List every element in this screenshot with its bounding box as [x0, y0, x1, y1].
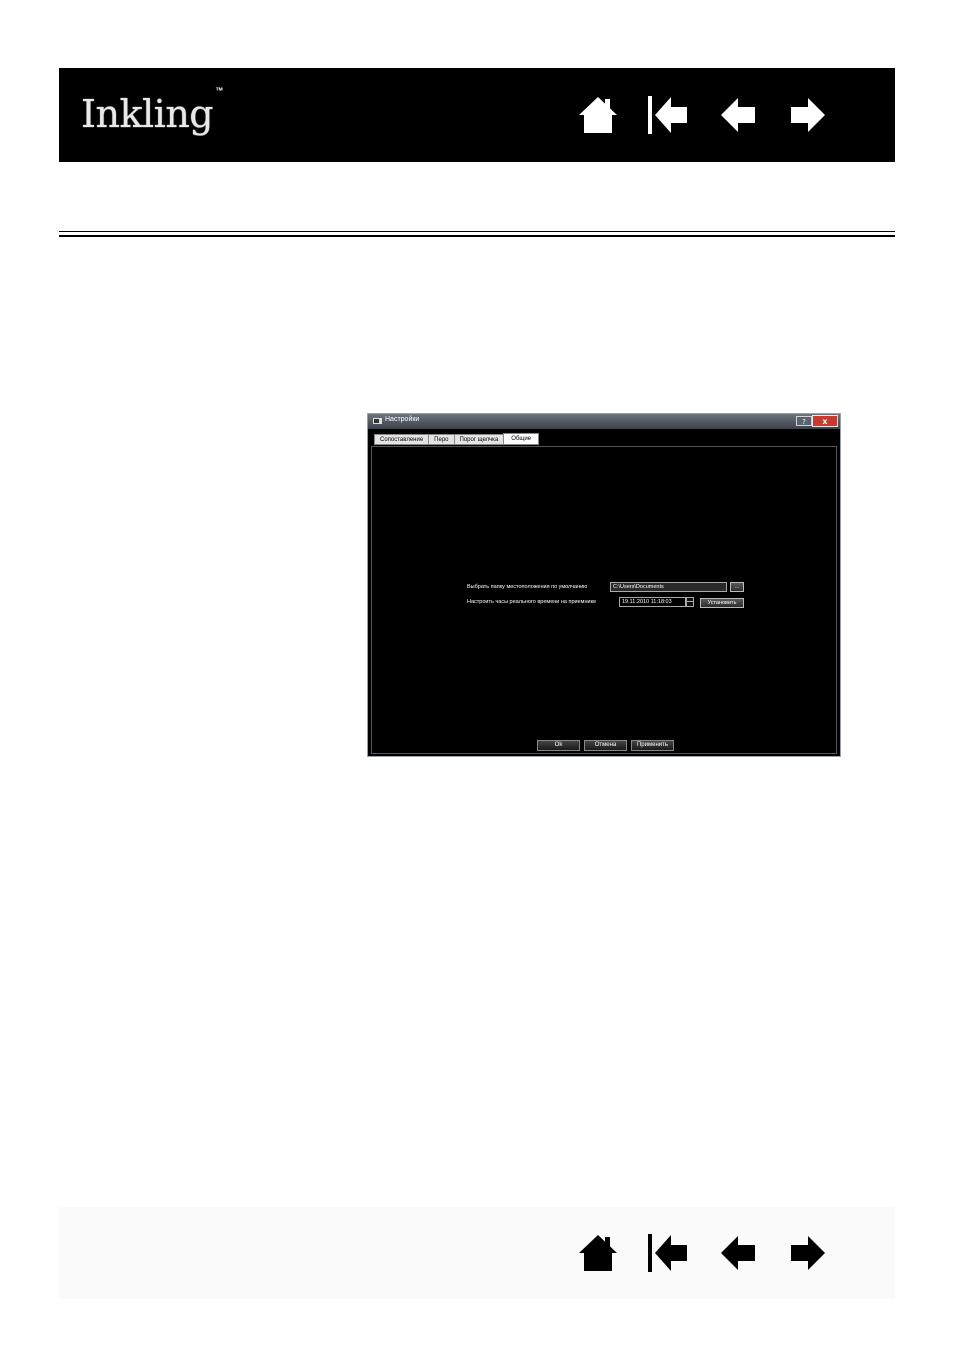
browse-button[interactable]: ... [730, 582, 744, 592]
dialog-titlebar[interactable]: Настройки ? x [368, 414, 840, 429]
tab-mapping[interactable]: Сопоставление [374, 434, 430, 445]
next-page-button[interactable] [785, 92, 831, 138]
section-rule-thin [59, 231, 895, 232]
first-page-icon [648, 1234, 687, 1272]
logo-text: Inkling [81, 92, 214, 136]
first-page-button[interactable] [645, 92, 691, 138]
home-icon [579, 1235, 617, 1271]
footer-nav [575, 1230, 831, 1276]
general-tab-panel [371, 446, 837, 754]
previous-page-icon [721, 1236, 755, 1270]
footer-previous-page-button[interactable] [715, 1230, 761, 1276]
inkling-logo: Inkling™ [81, 86, 223, 136]
apply-button[interactable]: Применить [631, 740, 674, 751]
footer-first-page-button[interactable] [645, 1230, 691, 1276]
tab-bar: Сопоставление Перо Порог щелчка Общие [374, 433, 540, 446]
footer-next-page-button[interactable] [785, 1230, 831, 1276]
header-nav [575, 92, 831, 138]
clock-label: Настроить часы реального времени на прие… [467, 599, 597, 605]
page-header: Inkling™ [59, 68, 895, 162]
settings-dialog: Настройки ? x Сопоставление Перо Порог щ… [367, 413, 841, 757]
dialog-title: Настройки [385, 416, 420, 423]
previous-page-button[interactable] [715, 92, 761, 138]
tab-click-threshold[interactable]: Порог щелчка [453, 434, 505, 445]
section-rule-thick [59, 235, 895, 237]
default-folder-input[interactable]: C:\Users\Documents [610, 582, 727, 592]
next-page-icon [791, 98, 825, 132]
close-button[interactable]: x [812, 415, 838, 427]
tablet-app-icon [373, 418, 382, 424]
help-button[interactable]: ? [796, 416, 812, 426]
home-button[interactable] [575, 92, 621, 138]
previous-page-icon [721, 98, 755, 132]
ok-button[interactable]: Ok [537, 740, 580, 751]
tab-pen[interactable]: Перо [428, 434, 455, 445]
tab-general[interactable]: Общие [503, 433, 540, 445]
footer-home-button[interactable] [575, 1230, 621, 1276]
first-page-icon [648, 96, 687, 134]
home-icon [579, 97, 617, 133]
set-clock-button[interactable]: Установить [700, 598, 744, 608]
page-footer [59, 1207, 895, 1299]
clock-spinner[interactable] [686, 597, 694, 607]
default-folder-label: Выбрать папку местоположения по умолчани… [467, 584, 588, 590]
cancel-button[interactable]: Отмена [584, 740, 627, 751]
next-page-icon [791, 1236, 825, 1270]
logo-trademark: ™ [215, 86, 223, 96]
clock-datetime-input[interactable]: 19.11.2010 11:18:03 [619, 597, 686, 607]
